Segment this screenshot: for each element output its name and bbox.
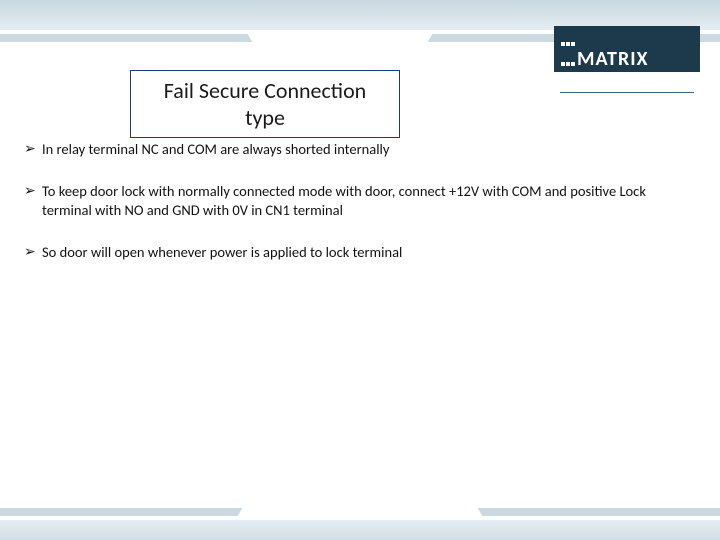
bullet-list: ➢ In relay terminal NC and COM are alway… xyxy=(24,140,696,284)
bullet-text: In relay terminal NC and COM are always … xyxy=(42,140,696,160)
brand-logo: MATRIX SECURITY SOLUTIONS xyxy=(554,26,700,72)
bottom-decoration xyxy=(0,460,720,540)
list-item: ➢ In relay terminal NC and COM are alway… xyxy=(24,140,696,160)
bullet-icon: ➢ xyxy=(24,243,42,263)
logo-tagline: SECURITY SOLUTIONS xyxy=(560,92,694,105)
logo-grid-icon xyxy=(560,30,575,90)
list-item: ➢ To keep door lock with normally connec… xyxy=(24,182,696,221)
logo-brand-text: MATRIX xyxy=(577,47,649,71)
list-item: ➢ So door will open whenever power is ap… xyxy=(24,243,696,263)
bullet-icon: ➢ xyxy=(24,182,42,221)
slide-title: Fail Secure Connection type xyxy=(130,70,400,138)
bullet-icon: ➢ xyxy=(24,140,42,160)
bullet-text: To keep door lock with normally connecte… xyxy=(42,182,696,221)
bullet-text: So door will open whenever power is appl… xyxy=(42,243,696,263)
